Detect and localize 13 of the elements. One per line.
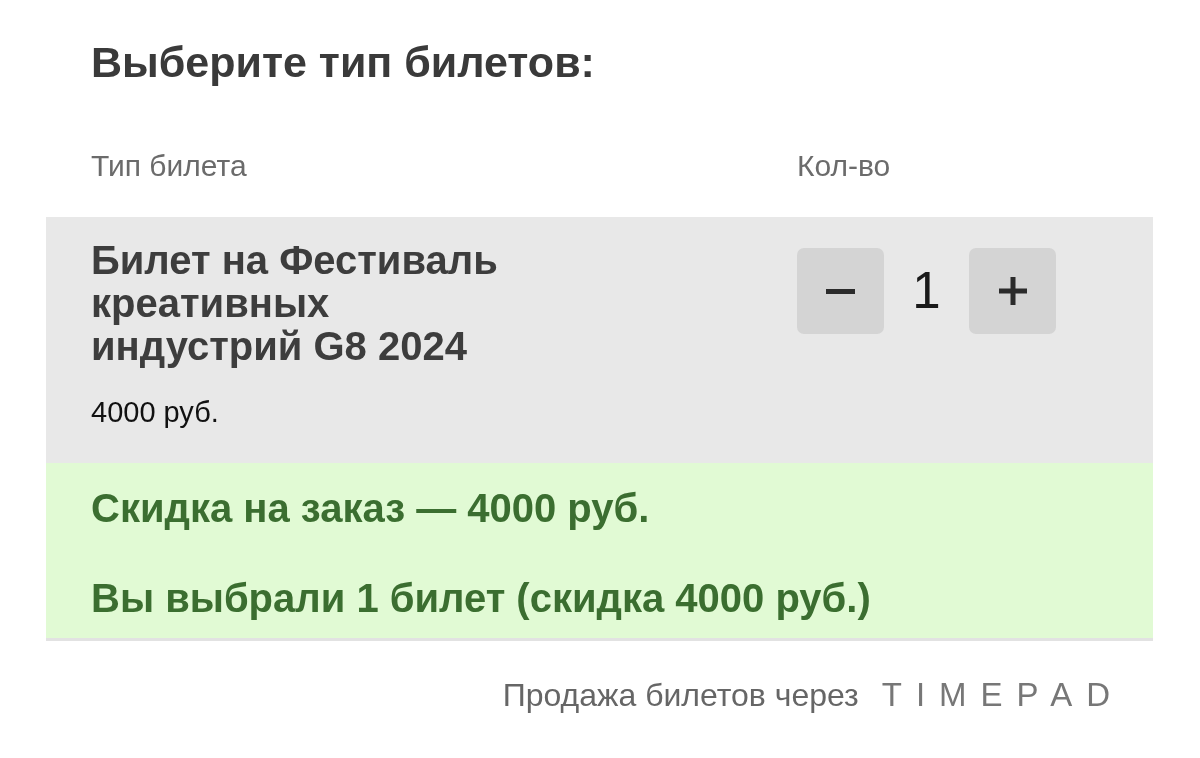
discount-message: Скидка на заказ — 4000 руб. — [91, 487, 650, 530]
column-header: Тип билета — [91, 148, 247, 184]
plus-icon — [998, 277, 1027, 305]
sale-credit-text: Продажа билетов через — [502, 676, 859, 714]
quantity-value: 1 — [911, 263, 942, 319]
ticket-name: Билет на Фестиваль креативных индустрий G8 2024 — [91, 239, 499, 368]
increase-button[interactable] — [969, 248, 1056, 334]
discount-message: Вы выбрали 1 билет (скидка 4000 руб.) — [91, 577, 871, 620]
logo-wordmark: TIMEPAD — [881, 676, 1124, 714]
section-title: Выберите тип билетов: — [91, 37, 596, 87]
ticket-price: 4000 руб. — [91, 395, 219, 429]
minus-icon — [826, 288, 855, 294]
column-header: Кол-во — [797, 148, 891, 184]
